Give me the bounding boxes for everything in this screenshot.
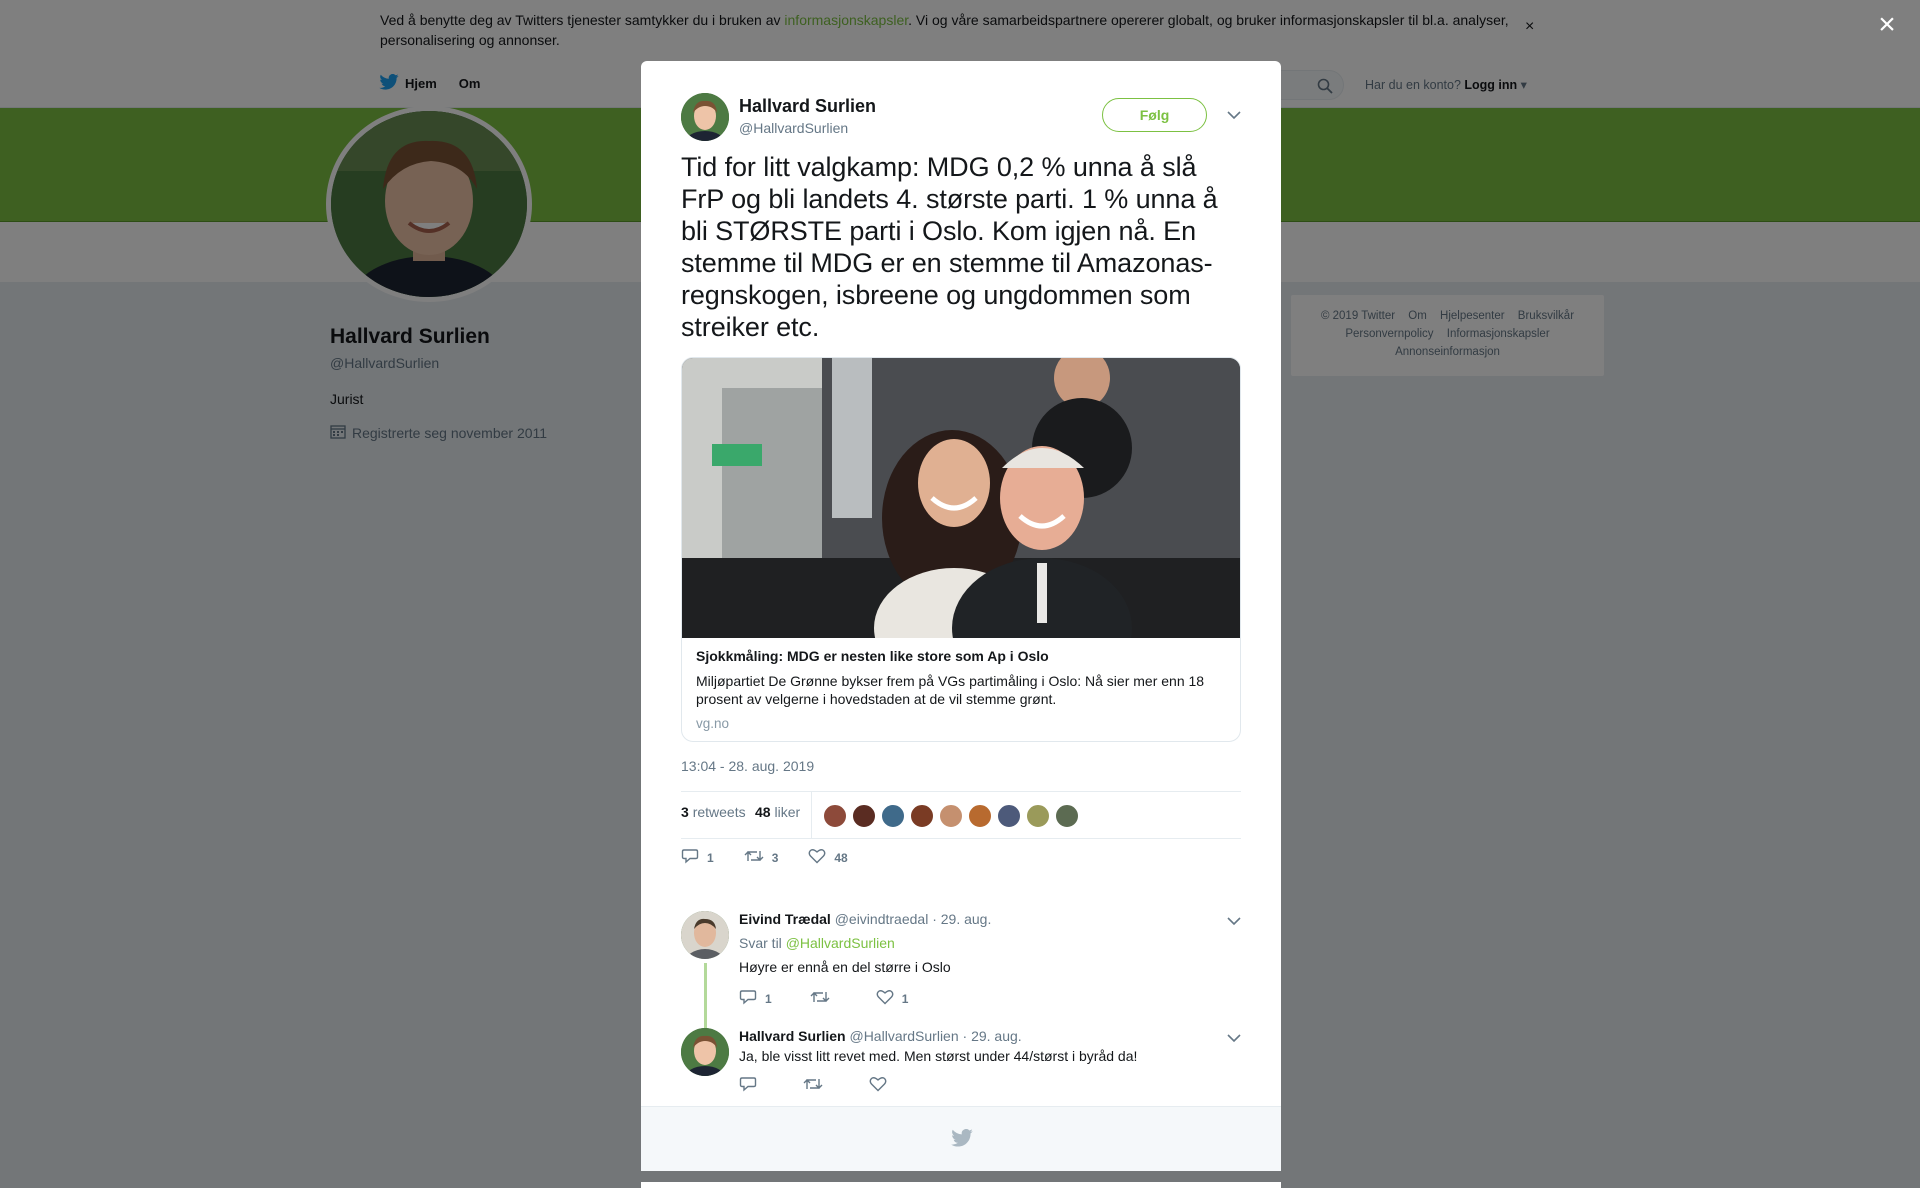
link-card[interactable]: Sjokkmåling: MDG er nesten like store so… xyxy=(681,357,1241,742)
reply-author-handle[interactable]: @HallvardSurlien xyxy=(849,1028,958,1044)
liker-avatar[interactable] xyxy=(1055,804,1079,828)
retweet-button[interactable]: 3 xyxy=(744,848,779,867)
reply-header: Eivind Trædal @eivindtraedal · 29. aug. xyxy=(739,911,991,927)
tweet-actions: 1 3 48 xyxy=(681,848,878,867)
tweet-header: Hallvard Surlien @HallvardSurlien Følg xyxy=(681,93,1241,143)
card-body: Sjokkmåling: MDG er nesten like store so… xyxy=(696,648,1226,731)
retweet-icon xyxy=(803,1076,823,1095)
liker-avatars xyxy=(823,804,1079,828)
tweet-stats: 3 retweets 48 liker xyxy=(681,791,1241,839)
reply-date[interactable]: · 29. aug. xyxy=(932,911,991,927)
liker-avatar[interactable] xyxy=(1026,804,1050,828)
like-button[interactable]: 1 xyxy=(876,989,909,1008)
reply-to: Svar til @HallvardSurlien xyxy=(739,935,895,951)
card-domain: vg.no xyxy=(696,716,730,731)
author-avatar[interactable] xyxy=(681,93,729,141)
tweet-text: Tid for litt valgkamp: MDG 0,2 % unna å … xyxy=(681,152,1218,342)
card-image xyxy=(682,358,1240,638)
author-handle[interactable]: @HallvardSurlien xyxy=(739,120,848,136)
tweet-timestamp[interactable]: 13:04 - 28. aug. 2019 xyxy=(681,758,814,774)
reply-tweet[interactable]: Eivind Trædal @eivindtraedal · 29. aug. … xyxy=(681,911,1241,1029)
retweet-button[interactable] xyxy=(803,1076,831,1095)
like-button[interactable]: 48 xyxy=(808,848,848,867)
heart-icon xyxy=(869,1076,887,1095)
reply-author-name[interactable]: Eivind Trædal xyxy=(739,911,831,927)
reply-date[interactable]: · 29. aug. xyxy=(963,1028,1022,1044)
card-description: Miljøpartiet De Grønne bykser frem på VG… xyxy=(696,673,1205,707)
close-icon[interactable]: × xyxy=(1872,10,1902,40)
reply-text: Høyre er ennå en del større i Oslo xyxy=(739,959,951,975)
likes-label: liker xyxy=(774,804,801,820)
reply-icon xyxy=(681,848,699,867)
card-title: Sjokkmåling: MDG er nesten like store so… xyxy=(696,648,1049,664)
like-button[interactable] xyxy=(869,1076,895,1095)
chevron-down-icon[interactable] xyxy=(1227,913,1241,931)
author-name[interactable]: Hallvard Surlien xyxy=(739,96,876,117)
modal-footer xyxy=(641,1106,1281,1171)
reply-tweet[interactable]: Hallvard Surlien @HallvardSurlien · 29. … xyxy=(681,1028,1241,1108)
reply-button[interactable] xyxy=(739,1076,765,1095)
tweet-modal: Hallvard Surlien @HallvardSurlien Følg T… xyxy=(641,61,1281,1171)
retweet-icon xyxy=(744,848,764,867)
follow-button[interactable]: Følg xyxy=(1102,98,1207,132)
reply-icon xyxy=(739,989,757,1008)
like-count: 48 xyxy=(834,850,848,865)
retweets-stat[interactable]: 3 retweets xyxy=(681,804,746,820)
likes-count: 48 xyxy=(755,804,771,820)
heart-icon xyxy=(808,848,826,867)
reply-author-name[interactable]: Hallvard Surlien xyxy=(739,1028,846,1044)
reply-header: Hallvard Surlien @HallvardSurlien · 29. … xyxy=(739,1028,1022,1044)
reply-to-prefix: Svar til xyxy=(739,935,786,951)
liker-avatar[interactable] xyxy=(939,804,963,828)
liker-avatar[interactable] xyxy=(852,804,876,828)
retweets-count: 3 xyxy=(681,804,689,820)
liker-avatar[interactable] xyxy=(997,804,1021,828)
reply-text: Ja, ble visst litt revet med. Men størst… xyxy=(739,1048,1138,1064)
retweet-button[interactable] xyxy=(810,989,838,1008)
twitter-bird-icon xyxy=(951,1128,973,1152)
reply-avatar[interactable] xyxy=(681,911,729,959)
next-modal-edge xyxy=(641,1182,1281,1188)
retweets-label: retweets xyxy=(692,804,746,820)
chevron-down-icon[interactable] xyxy=(1227,107,1241,125)
likes-stat[interactable]: 48 liker xyxy=(755,804,800,820)
reply-button[interactable]: 1 xyxy=(681,848,714,867)
thread-line xyxy=(704,963,707,1029)
liker-avatar[interactable] xyxy=(968,804,992,828)
liker-avatar[interactable] xyxy=(881,804,905,828)
retweet-icon xyxy=(810,989,830,1008)
reply-actions: 1 1 xyxy=(739,989,946,1008)
reply-icon xyxy=(739,1076,757,1095)
like-count: 1 xyxy=(901,991,909,1006)
liker-avatar[interactable] xyxy=(910,804,934,828)
reply-button[interactable]: 1 xyxy=(739,989,772,1008)
retweet-count: 3 xyxy=(771,850,779,865)
reply-to-handle[interactable]: @HallvardSurlien xyxy=(786,935,895,951)
reply-actions xyxy=(739,1076,933,1095)
liker-avatar[interactable] xyxy=(823,804,847,828)
stats-divider xyxy=(811,792,812,838)
reply-author-handle[interactable]: @eivindtraedal xyxy=(835,911,929,927)
reply-count: 1 xyxy=(707,850,714,865)
reply-count: 1 xyxy=(765,991,772,1006)
heart-icon xyxy=(876,989,894,1008)
chevron-down-icon[interactable] xyxy=(1227,1030,1241,1048)
reply-avatar[interactable] xyxy=(681,1028,729,1076)
